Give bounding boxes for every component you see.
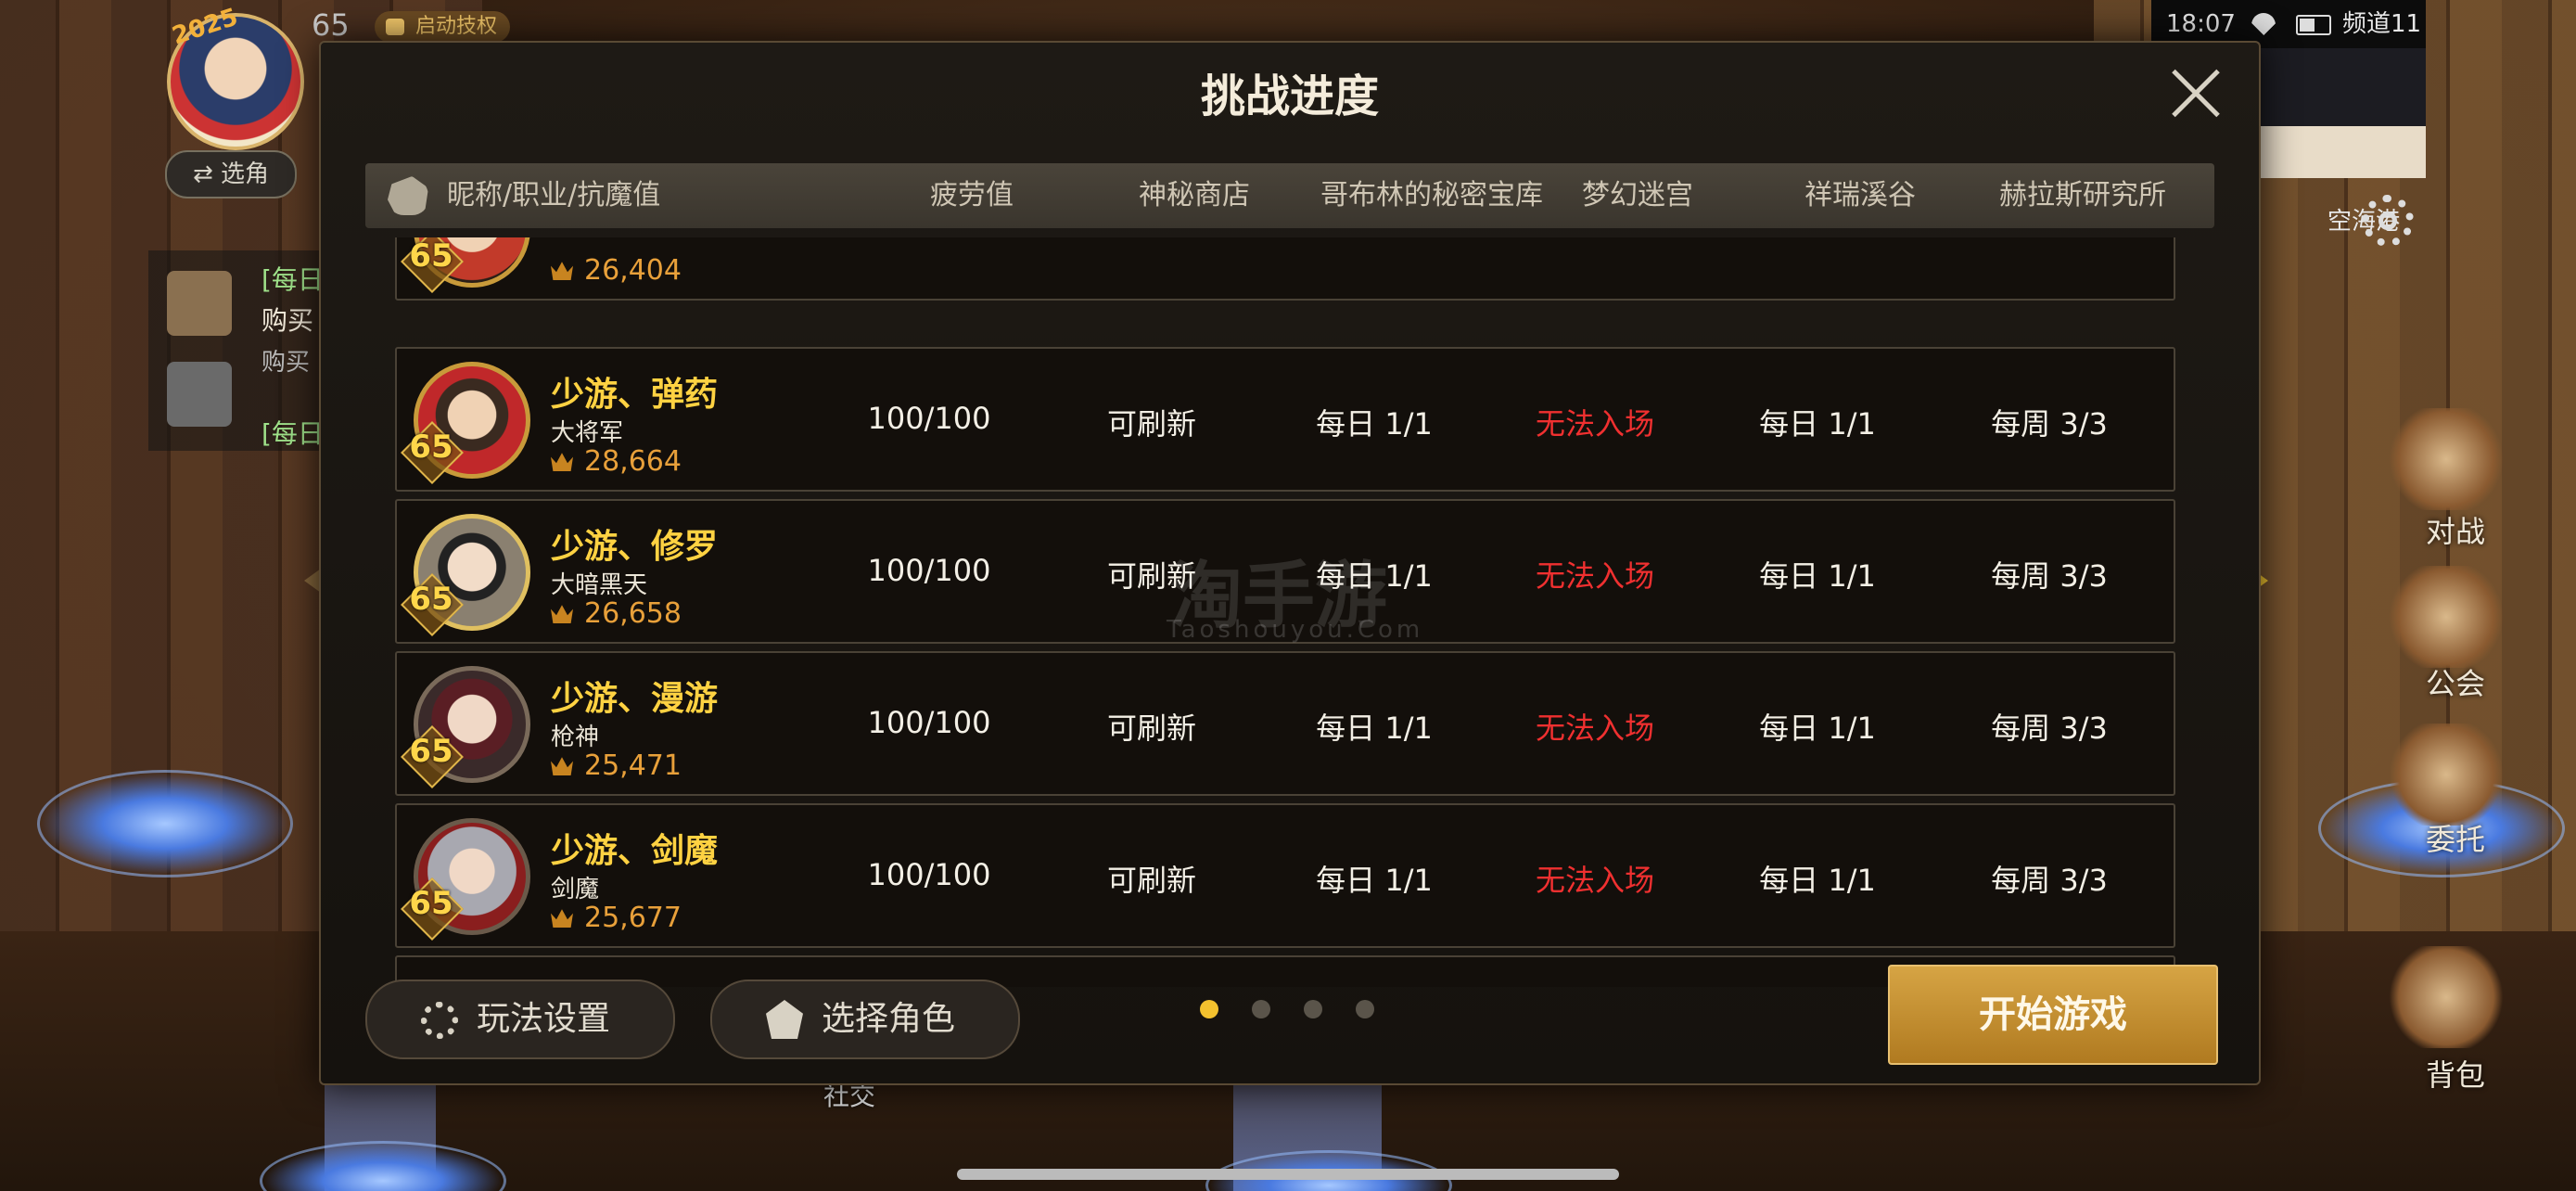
power-value: 26,404 bbox=[584, 254, 682, 287]
goblin-status: 每日 1/1 bbox=[1316, 863, 1433, 898]
watermark-sub: Taoshouyou.Com bbox=[1167, 616, 1424, 644]
character-name: 少游、漫游 bbox=[551, 680, 719, 718]
skill-button[interactable]: 启动技权 bbox=[375, 11, 511, 43]
level-text: 65 bbox=[409, 237, 453, 275]
table-row[interactable]: 65 少游、漫游 枪神 25,471 100/100 可刷新 每日 1/1 无法… bbox=[395, 651, 2175, 796]
menu-bag[interactable]: 背包 bbox=[2400, 1052, 2511, 1095]
valley-status: 每日 1/1 bbox=[1759, 558, 1876, 594]
col-header-fatigue: 疲劳值 bbox=[930, 179, 1014, 211]
page-dot-1[interactable] bbox=[1200, 1000, 1218, 1018]
col-header-shop: 神秘商店 bbox=[1139, 179, 1250, 211]
quest-scroll-icon bbox=[167, 271, 232, 336]
lab-status: 每周 3/3 bbox=[1991, 711, 2108, 746]
power-value: 25,677 bbox=[584, 902, 682, 934]
battery-icon bbox=[2296, 15, 2331, 35]
quest-text: [每日 bbox=[261, 418, 324, 449]
character-job: 枪神 bbox=[551, 724, 600, 751]
power-icon bbox=[551, 605, 573, 623]
col-header-valley: 祥瑞溪谷 bbox=[1804, 179, 1916, 211]
table-row[interactable]: 65 少游、弹药 大将军 28,664 100/100 可刷新 每日 1/1 无… bbox=[395, 347, 2175, 492]
page-dot-3[interactable] bbox=[1304, 1000, 1322, 1018]
commission-icon[interactable] bbox=[2386, 724, 2506, 826]
wifi-icon bbox=[2251, 13, 2276, 35]
table-row-partial[interactable]: 65 26,404 bbox=[395, 237, 2175, 301]
valley-status: 每日 1/1 bbox=[1759, 863, 1876, 898]
table-header: 昵称/职业/抗魔值 疲劳值 神秘商店 哥布林的秘密宝库 梦幻迷宫 祥瑞溪谷 赫拉… bbox=[365, 163, 2214, 228]
menu-commission[interactable]: 委托 bbox=[2400, 816, 2511, 859]
menu-guild[interactable]: 公会 bbox=[2400, 660, 2511, 703]
character-job: 剑魔 bbox=[551, 876, 600, 903]
quest-text: 购买 bbox=[261, 305, 314, 336]
lab-status: 每周 3/3 bbox=[1991, 863, 2108, 898]
settings-gear-icon[interactable] bbox=[2362, 195, 2414, 247]
col-header-name: 昵称/职业/抗魔值 bbox=[447, 179, 661, 211]
goblin-status: 每日 1/1 bbox=[1316, 711, 1433, 746]
power-value: 28,664 bbox=[584, 445, 682, 478]
player-level: 65 bbox=[312, 7, 350, 43]
play-settings-button[interactable]: 玩法设置 bbox=[365, 980, 675, 1059]
fatigue-value: 100/100 bbox=[867, 705, 991, 740]
character-job: 大将军 bbox=[551, 419, 624, 447]
power-value: 26,658 bbox=[584, 597, 682, 630]
level-text: 65 bbox=[409, 733, 453, 770]
level-text: 65 bbox=[409, 885, 453, 922]
switch-character-button[interactable]: ⇄ 选角 bbox=[165, 150, 297, 198]
bag-icon[interactable] bbox=[2386, 946, 2506, 1048]
power-icon bbox=[551, 757, 573, 775]
character-name: 少游、修罗 bbox=[551, 528, 719, 566]
maze-status: 无法入场 bbox=[1535, 558, 1654, 594]
fatigue-value: 100/100 bbox=[867, 401, 991, 436]
maze-status: 无法入场 bbox=[1535, 406, 1654, 442]
lab-status: 每周 3/3 bbox=[1991, 406, 2108, 442]
guild-icon[interactable] bbox=[2386, 566, 2506, 668]
page-dot-2[interactable] bbox=[1252, 1000, 1270, 1018]
character-head-icon bbox=[388, 176, 428, 215]
channel-label: 频道11 bbox=[2342, 10, 2422, 38]
close-icon[interactable] bbox=[2170, 67, 2222, 119]
menu-battle[interactable]: 对战 bbox=[2400, 508, 2511, 551]
start-game-button[interactable]: 开始游戏 bbox=[1888, 965, 2218, 1065]
level-text: 65 bbox=[409, 429, 453, 466]
level-text: 65 bbox=[409, 581, 453, 618]
valley-status: 每日 1/1 bbox=[1759, 711, 1876, 746]
fatigue-value: 100/100 bbox=[867, 553, 991, 588]
power-icon bbox=[551, 262, 573, 280]
character-name: 少游、弹药 bbox=[551, 376, 719, 414]
select-role-button[interactable]: 选择角色 bbox=[710, 980, 1020, 1059]
quest-npc-icon bbox=[167, 362, 232, 427]
maze-status: 无法入场 bbox=[1535, 711, 1654, 746]
select-role-label: 选择角色 bbox=[822, 1000, 956, 1038]
play-settings-label: 玩法设置 bbox=[477, 1000, 611, 1038]
power-icon bbox=[551, 453, 573, 471]
power-value: 25,471 bbox=[584, 749, 682, 782]
valley-status: 每日 1/1 bbox=[1759, 406, 1876, 442]
quest-panel[interactable]: [每日 购买 购买 [每日 bbox=[148, 250, 325, 451]
character-name: 少游、剑魔 bbox=[551, 832, 719, 870]
power-icon bbox=[551, 909, 573, 928]
settings-gear-icon bbox=[421, 1002, 458, 1039]
table-row[interactable]: 65 少游、剑魔 剑魔 25,677 100/100 可刷新 每日 1/1 无法… bbox=[395, 803, 2175, 948]
dialog-title: 挑战进度 bbox=[1200, 70, 1379, 122]
character-job: 大暗黑天 bbox=[551, 571, 648, 599]
shop-status: 可刷新 bbox=[1106, 406, 1196, 442]
col-header-lab: 赫拉斯研究所 bbox=[1999, 179, 2166, 211]
maze-status: 无法入场 bbox=[1535, 863, 1654, 898]
lab-status: 每周 3/3 bbox=[1991, 558, 2108, 594]
page-dot-4[interactable] bbox=[1356, 1000, 1374, 1018]
teleport-portal bbox=[37, 770, 293, 877]
quest-text: [每日 bbox=[261, 264, 324, 295]
col-header-goblin: 哥布林的秘密宝库 bbox=[1320, 179, 1543, 211]
battle-icon[interactable] bbox=[2386, 408, 2506, 510]
fatigue-value: 100/100 bbox=[867, 857, 991, 892]
shop-status: 可刷新 bbox=[1106, 863, 1196, 898]
mini-map[interactable] bbox=[2259, 48, 2426, 178]
quest-text: 购买 bbox=[261, 349, 311, 377]
shop-status: 可刷新 bbox=[1106, 711, 1196, 746]
col-header-maze: 梦幻迷宫 bbox=[1582, 179, 1693, 211]
home-indicator[interactable] bbox=[957, 1169, 1619, 1180]
goblin-status: 每日 1/1 bbox=[1316, 406, 1433, 442]
role-select-icon bbox=[766, 1000, 803, 1039]
